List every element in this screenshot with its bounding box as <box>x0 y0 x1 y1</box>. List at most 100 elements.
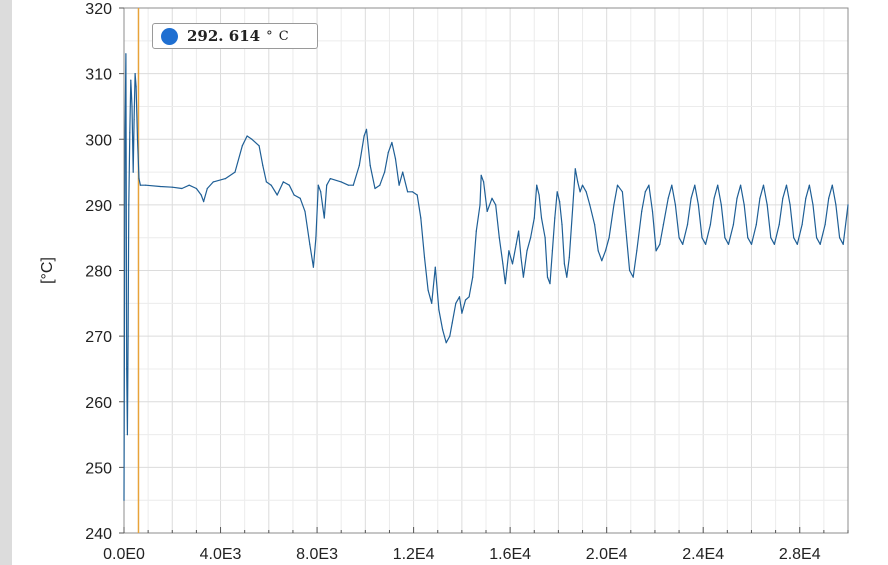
x-tick-label: 2.4E4 <box>682 546 724 563</box>
data-point <box>127 335 129 337</box>
data-point <box>126 368 128 370</box>
data-point <box>530 237 532 239</box>
data-point <box>455 302 457 304</box>
data-point <box>159 185 161 188</box>
data-point <box>540 217 543 219</box>
value-readout-legend[interactable]: 292. 614 ° C <box>152 23 318 49</box>
data-point <box>246 135 248 137</box>
data-point <box>601 260 603 262</box>
data-point <box>123 499 125 501</box>
data-point <box>801 224 803 226</box>
data-point <box>574 168 576 170</box>
data-point <box>365 128 368 130</box>
data-point <box>402 171 404 173</box>
data-point <box>427 289 429 291</box>
data-point <box>416 194 418 196</box>
data-point <box>678 237 680 239</box>
data-point <box>659 243 661 245</box>
data-point <box>407 191 409 193</box>
data-point <box>579 191 581 193</box>
data-point <box>563 263 566 265</box>
data-point <box>724 237 726 239</box>
data-point <box>835 204 837 206</box>
data-point <box>816 237 818 239</box>
data-point <box>124 138 126 140</box>
data-point <box>644 191 646 193</box>
data-point <box>608 237 610 239</box>
data-point <box>604 250 607 252</box>
data-point <box>136 138 139 140</box>
data-point <box>125 53 127 55</box>
data-point <box>641 210 643 212</box>
data-point <box>839 237 841 239</box>
data-point <box>379 184 381 186</box>
data-point <box>299 197 301 199</box>
data-point <box>831 184 833 186</box>
data-point <box>594 224 596 226</box>
y-tick-label: 250 <box>85 460 112 477</box>
data-point <box>755 224 757 226</box>
data-point <box>315 237 317 239</box>
data-point <box>468 296 470 298</box>
y-tick-label: 270 <box>85 329 112 346</box>
data-point <box>188 184 190 186</box>
data-point <box>544 237 546 239</box>
data-point <box>442 329 444 331</box>
data-point <box>363 135 365 137</box>
data-point <box>479 204 481 206</box>
data-point <box>662 224 665 226</box>
data-point <box>759 197 761 199</box>
data-point <box>312 266 314 268</box>
data-point <box>352 184 354 186</box>
data-point <box>130 79 132 81</box>
data-point <box>613 204 615 206</box>
x-tick-label: 1.6E4 <box>489 546 531 563</box>
data-point <box>398 184 400 186</box>
data-point <box>262 164 264 167</box>
data-point <box>134 73 136 75</box>
data-point <box>709 224 712 226</box>
data-point <box>128 204 130 206</box>
data-point <box>358 164 360 167</box>
data-point <box>651 210 654 212</box>
data-point <box>511 263 514 265</box>
data-point <box>276 194 278 196</box>
data-point <box>135 86 137 88</box>
x-tick-label: 2.0E4 <box>586 546 628 563</box>
data-point <box>486 210 488 212</box>
data-point <box>616 184 619 186</box>
data-point <box>320 191 322 193</box>
y-tick-label: 260 <box>85 395 112 412</box>
data-point <box>206 187 208 190</box>
data-point <box>458 296 461 298</box>
data-point <box>732 224 735 226</box>
x-tick-label: 2.8E4 <box>779 546 821 563</box>
data-point <box>508 250 510 252</box>
temperature-line-chart[interactable]: 240 250 260 270 280 290 300 310 320 0.0E0 4.0E3 8.0… <box>0 0 888 565</box>
data-point <box>309 243 311 245</box>
data-point <box>720 204 722 206</box>
x-tick-label: 0.0E0 <box>103 546 145 563</box>
data-point <box>138 178 140 180</box>
data-point <box>480 174 482 176</box>
data-point <box>747 237 749 239</box>
data-point <box>842 243 844 245</box>
y-tick-label: 300 <box>85 132 112 149</box>
data-point <box>538 194 540 196</box>
data-point <box>701 237 703 239</box>
data-point <box>568 256 570 258</box>
data-point <box>472 276 474 278</box>
y-axis-label: [°C] <box>39 257 56 284</box>
data-point <box>195 187 197 190</box>
data-point <box>597 250 599 252</box>
data-point <box>347 184 349 186</box>
data-point <box>288 184 290 186</box>
data-point <box>145 184 147 186</box>
data-point <box>773 243 776 245</box>
y-tick-label: 320 <box>85 1 112 18</box>
x-tick-label: 4.0E3 <box>200 546 242 563</box>
data-point <box>629 269 631 272</box>
data-point <box>625 230 627 232</box>
data-point <box>498 237 500 239</box>
data-point <box>251 138 253 140</box>
